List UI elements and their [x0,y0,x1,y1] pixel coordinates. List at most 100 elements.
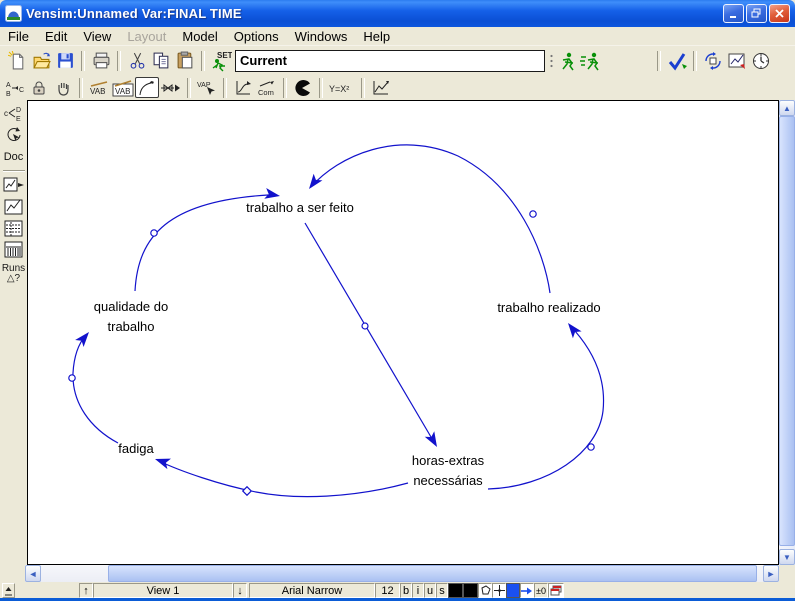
window-options-button[interactable] [548,583,564,598]
font-size-panel[interactable]: 12 [375,583,400,598]
bold-button[interactable]: b [400,583,412,598]
node-trabalho-realizado[interactable]: trabalho realizado [479,300,619,316]
synthesim-button[interactable] [579,49,603,72]
save-floppy-icon [56,51,75,70]
menu-windows[interactable]: Windows [287,28,356,45]
svg-text:Y=X²: Y=X² [329,84,349,94]
menu-layout: Layout [119,28,174,45]
lock-tool[interactable] [27,77,51,98]
link-fadiga-to-qualidade[interactable] [69,328,118,443]
simulate-button[interactable] [555,49,579,72]
text-color-swatch[interactable] [448,583,463,598]
menu-options[interactable]: Options [226,28,287,45]
merge-abc-tool[interactable]: A B C [3,77,27,98]
link-trabalho-realizado-to-trabalho-a-ser-feito[interactable] [305,145,550,293]
main-toolbar: SET [0,46,795,75]
italic-button[interactable]: i [412,583,424,598]
close-button[interactable] [769,4,790,23]
set-simulation-button[interactable]: SET [209,49,233,72]
view-name-panel[interactable]: View 1 [93,583,233,598]
horizontal-scrollbar[interactable]: ◄ ► [25,565,779,582]
input-output-tool[interactable] [231,77,255,98]
delete-tool[interactable] [291,77,315,98]
graph-button[interactable] [2,197,26,217]
font-name-panel[interactable]: Arial Narrow [249,583,375,598]
check-model-button[interactable] [665,49,689,72]
open-button[interactable] [29,49,53,72]
minimize-button[interactable] [723,4,744,23]
output-windows-button[interactable] [725,49,749,72]
node-qualidade-do-trabalho[interactable]: qualidade do trabalho [81,297,181,337]
shadow-variable-tool[interactable]: VAP [195,77,219,98]
workbench-variable-input[interactable] [235,50,545,72]
analysis-sidebar: c DE Doc [0,100,27,565]
document-button[interactable]: Doc [2,149,26,165]
menu-edit[interactable]: Edit [37,28,75,45]
save-button[interactable] [53,49,77,72]
box-variable-tool[interactable]: VAB [111,77,135,98]
box-color-swatch[interactable] [463,583,478,598]
causes-tree-button[interactable]: c DE [2,103,26,123]
view-up-button[interactable]: ↑ [79,583,93,598]
menu-model[interactable]: Model [174,28,225,45]
vertical-scrollbar[interactable]: ▲ ▼ [779,100,795,565]
toolbar-grip[interactable] [547,51,555,71]
uses-tree-icon [4,126,24,146]
equations-tool[interactable]: Y=X² [327,77,357,98]
toolbar-separator [361,78,365,98]
simulate-runner-icon [557,51,577,71]
table-time-button[interactable] [2,240,26,259]
menu-help[interactable]: Help [355,28,398,45]
node-trabalho-a-ser-feito[interactable]: trabalho a ser feito [230,200,370,216]
variable-tool[interactable]: VAB [87,77,111,98]
pacman-delete-icon [293,79,313,97]
variable-vab-icon: VAB [88,79,110,97]
svg-text:B: B [6,91,11,97]
link-trabalho-a-ser-feito-to-horas-extras[interactable] [305,223,442,450]
link-horas-extras-to-fadiga[interactable] [153,454,408,497]
vertical-scroll-thumb[interactable] [779,116,795,546]
cut-button[interactable] [125,49,149,72]
position-button[interactable] [492,583,506,598]
hand-icon [54,79,72,97]
scroll-up-button[interactable]: ▲ [779,100,795,116]
reality-check-button[interactable] [701,49,725,72]
scroll-right-button[interactable]: ► [763,565,779,582]
view-down-button[interactable]: ↓ [233,583,247,598]
arrow-tool[interactable] [135,77,159,98]
svg-text:VAB: VAB [90,87,105,96]
collapse-toolbar-button[interactable] [2,583,15,598]
paste-button[interactable] [173,49,197,72]
causes-strip-button[interactable] [2,175,26,195]
print-button[interactable] [89,49,113,72]
shape-button[interactable] [478,583,492,598]
node-fadiga[interactable]: fadiga [106,441,166,457]
sidebar-divider [3,170,25,172]
scroll-down-button[interactable]: ▼ [779,549,795,565]
menu-file[interactable]: File [0,28,37,45]
restore-button[interactable] [746,4,767,23]
comment-tool[interactable]: Com [255,77,279,98]
arrow-width-button[interactable] [520,583,534,598]
svg-text:D: D [16,107,21,114]
scroll-left-button[interactable]: ◄ [25,565,41,582]
new-button[interactable] [5,49,29,72]
link-horas-extras-to-trabalho-realizado[interactable] [488,320,604,489]
table-button[interactable] [2,219,26,238]
move-size-tool[interactable] [51,77,75,98]
node-horas-extras-necessarias[interactable]: horas-extras necessárias [403,451,493,491]
hide-levels-button[interactable]: ±0 [534,583,548,598]
menu-view[interactable]: View [75,28,119,45]
control-panel-button[interactable] [749,49,773,72]
svg-text:C: C [19,87,24,94]
fill-color-swatch[interactable] [506,583,520,598]
sketch-canvas[interactable]: trabalho a ser feito qualidade do trabal… [27,100,779,565]
rate-tool[interactable] [159,77,183,98]
horizontal-scroll-thumb[interactable] [108,565,757,582]
copy-button[interactable] [149,49,173,72]
strike-button[interactable]: s [436,583,448,598]
underline-button[interactable]: u [424,583,436,598]
uses-tree-button[interactable] [2,125,26,147]
reference-modes-tool[interactable] [369,77,393,98]
runs-compare-button[interactable]: Runs △? [2,261,26,287]
